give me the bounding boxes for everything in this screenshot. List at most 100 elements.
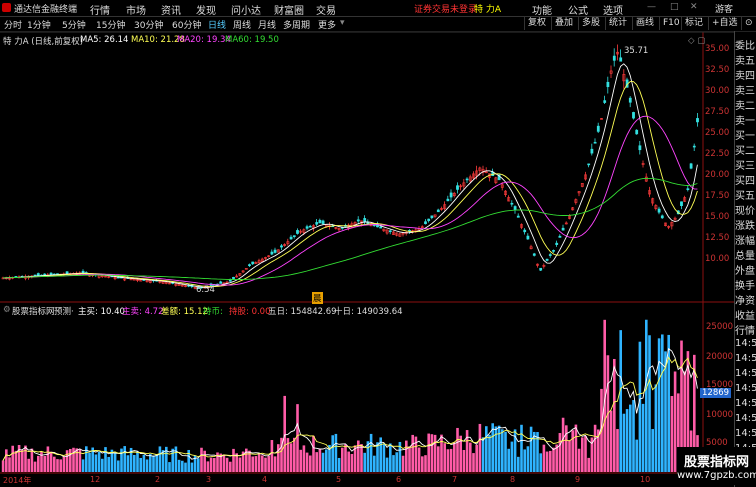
watermark-title: 股票指标网 bbox=[683, 455, 749, 470]
candle-body bbox=[635, 129, 639, 135]
candle-body bbox=[628, 97, 632, 103]
volume-bar bbox=[155, 454, 158, 472]
tool-duogu[interactable]: 多股 bbox=[578, 17, 603, 30]
candle-body bbox=[510, 202, 514, 205]
volume-bar bbox=[53, 456, 56, 472]
chart-canvas[interactable] bbox=[0, 32, 735, 487]
volume-bar bbox=[632, 400, 635, 472]
candle-body bbox=[548, 254, 552, 256]
side-row: 14:5 bbox=[735, 338, 756, 349]
indicator-gear-icon[interactable]: ⚙ bbox=[3, 305, 11, 315]
indicator-name[interactable]: 股票指标网 bbox=[12, 305, 55, 317]
side-row: 行情 bbox=[735, 326, 755, 337]
volume-bar bbox=[504, 431, 507, 472]
side-row: 14:5 bbox=[735, 428, 756, 439]
volume-bar bbox=[315, 452, 318, 472]
period-1min[interactable]: 1分钟 bbox=[27, 18, 51, 31]
volume-bar bbox=[440, 434, 443, 472]
volume-bar bbox=[273, 456, 277, 472]
menu-caifuquan[interactable]: 财富圈 bbox=[274, 2, 304, 17]
menu-gongshi[interactable]: 公式 bbox=[568, 2, 588, 17]
candle-body bbox=[660, 215, 664, 219]
candle-body bbox=[692, 145, 696, 148]
volume-bar bbox=[139, 457, 142, 472]
side-row: 卖二 bbox=[735, 101, 755, 112]
period-multi[interactable]: 多周期 bbox=[283, 18, 310, 31]
volume-ma10-line bbox=[2, 356, 698, 461]
period-fenshi[interactable]: 分时 bbox=[4, 18, 22, 31]
candle-body bbox=[539, 267, 543, 271]
volume-bar bbox=[94, 454, 98, 472]
volume-bar bbox=[209, 457, 213, 472]
menu-faxian[interactable]: 发现 bbox=[196, 2, 216, 17]
side-row: 买五 bbox=[735, 191, 755, 202]
candle-body bbox=[65, 271, 69, 274]
user-label[interactable]: 游客 bbox=[715, 2, 733, 15]
predict-label: 预测· bbox=[54, 307, 74, 317]
side-row: 卖五 bbox=[735, 56, 755, 67]
volume-bar bbox=[523, 449, 526, 472]
period-more[interactable]: 更多 bbox=[318, 18, 336, 31]
volume-tick: 20000 bbox=[706, 352, 734, 362]
minimize-icon[interactable]: — bbox=[647, 2, 656, 12]
menu-wenxiaoda[interactable]: 问小达 bbox=[231, 2, 261, 17]
settings-circle-icon[interactable]: ⊙ bbox=[741, 17, 756, 30]
tool-biaoji[interactable]: 标记 bbox=[681, 17, 706, 30]
volume-bar bbox=[494, 426, 498, 472]
period-60min[interactable]: 60分钟 bbox=[172, 18, 201, 31]
volume-bar bbox=[334, 433, 338, 472]
side-row: 14:5 bbox=[735, 383, 756, 394]
panel-toggle-icon[interactable]: ◇ ▢ bbox=[688, 36, 705, 46]
period-30min[interactable]: 30分钟 bbox=[134, 18, 163, 31]
period-15min[interactable]: 15分钟 bbox=[96, 18, 125, 31]
menu-zixun[interactable]: 资讯 bbox=[161, 2, 181, 17]
tool-f10[interactable]: F10 bbox=[659, 17, 683, 30]
volume-bar bbox=[75, 448, 78, 472]
volume-bar bbox=[59, 459, 62, 472]
close-icon[interactable]: ✕ bbox=[690, 2, 698, 12]
volume-bar bbox=[56, 459, 59, 472]
volume-bar bbox=[443, 443, 446, 472]
ma20-line bbox=[2, 115, 698, 286]
price-tick: 32.50 bbox=[705, 65, 730, 75]
menu-gongneng[interactable]: 功能 bbox=[532, 2, 552, 17]
volume-bar bbox=[17, 444, 21, 472]
menu-shichang[interactable]: 市场 bbox=[126, 2, 146, 17]
period-5min[interactable]: 5分钟 bbox=[62, 18, 86, 31]
candle-body bbox=[280, 245, 283, 248]
tool-diejia[interactable]: 叠加 bbox=[551, 17, 576, 30]
volume-bar bbox=[417, 447, 421, 472]
tool-huaxian[interactable]: 画线 bbox=[632, 17, 657, 30]
period-monthly[interactable]: 月线 bbox=[258, 18, 276, 31]
volume-bar bbox=[267, 455, 270, 472]
candle-body bbox=[587, 163, 591, 166]
volume-bar bbox=[549, 450, 552, 472]
menu-hangqing[interactable]: 行情 bbox=[90, 2, 110, 17]
tool-tongji[interactable]: 统计 bbox=[605, 17, 630, 30]
volume-bar bbox=[389, 443, 392, 472]
side-row: 14:5 bbox=[735, 398, 756, 409]
date-tick: 10 bbox=[640, 475, 651, 484]
period-weekly[interactable]: 周线 bbox=[233, 18, 251, 31]
volume-bar bbox=[21, 450, 24, 472]
candle-body bbox=[596, 125, 600, 132]
more-chevron-icon[interactable]: ▾ bbox=[340, 18, 345, 28]
menu-xuanxiang[interactable]: 选项 bbox=[603, 2, 623, 17]
tool-fuquan[interactable]: 复权 bbox=[524, 17, 549, 30]
period-daily[interactable]: 日线 bbox=[208, 18, 226, 31]
volume-bar bbox=[283, 395, 286, 472]
candle-body bbox=[516, 215, 520, 218]
tool-zixuan[interactable]: +自选 bbox=[708, 17, 741, 30]
volume-bar bbox=[437, 446, 440, 472]
login-notice[interactable]: 证券交易未登录 bbox=[414, 2, 477, 15]
menu-jiaoyi[interactable]: 交易 bbox=[316, 2, 336, 17]
event-marker[interactable]: 晨 bbox=[312, 292, 323, 304]
candle-body bbox=[612, 55, 616, 61]
maximize-icon[interactable]: □ bbox=[670, 2, 679, 12]
volume-bar bbox=[369, 433, 373, 472]
candle-body bbox=[449, 192, 453, 198]
volume-bar bbox=[542, 444, 546, 472]
volume-bar bbox=[171, 448, 174, 472]
chigu-value: 持股: 0.00 bbox=[229, 307, 271, 317]
volume-bar bbox=[510, 441, 514, 472]
